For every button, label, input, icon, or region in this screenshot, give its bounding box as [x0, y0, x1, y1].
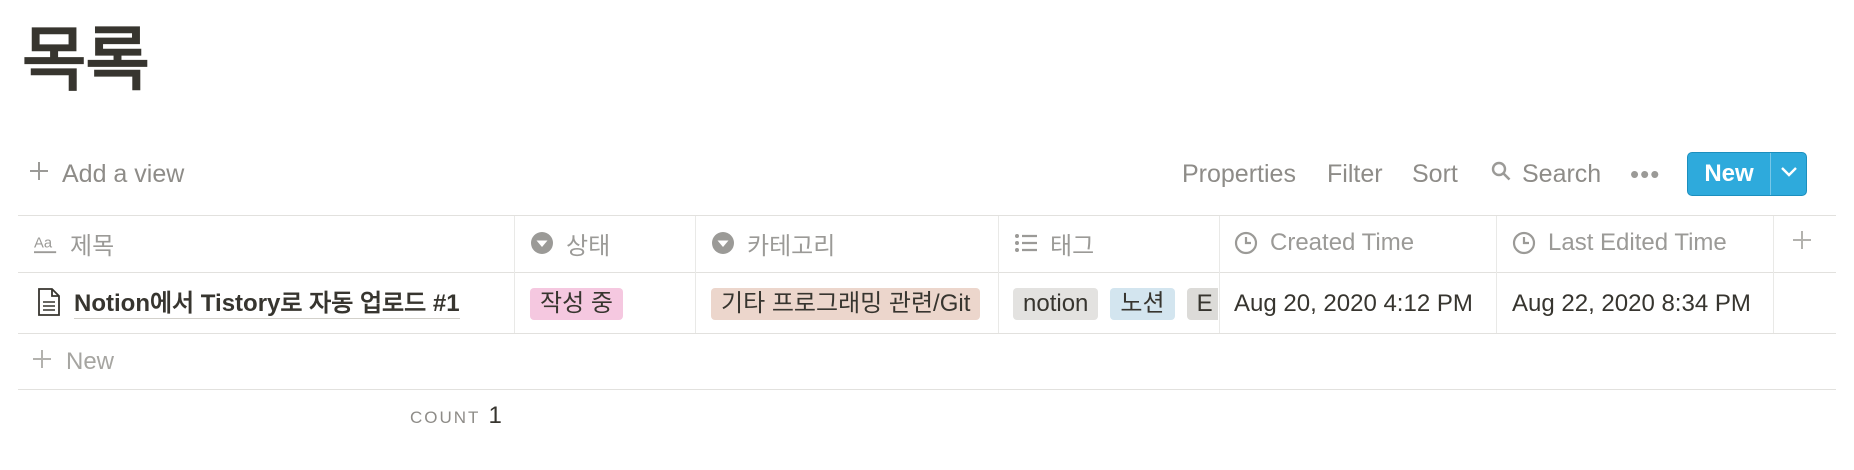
- table-row[interactable]: Notion에서 Tistory로 자동 업로드 #1 작성 중 기타 프로그래…: [18, 274, 1836, 334]
- select-property-icon: [711, 231, 735, 255]
- chevron-down-icon: [1780, 165, 1798, 183]
- page-title[interactable]: 목록: [22, 18, 150, 102]
- search-button[interactable]: Search: [1490, 158, 1601, 190]
- tag-chip: 노션: [1110, 288, 1175, 320]
- svg-text:Aa: Aa: [34, 236, 53, 252]
- column-header-tags[interactable]: 태그: [1014, 216, 1094, 270]
- add-row-label: New: [66, 348, 115, 375]
- last-edited-time-cell[interactable]: Aug 22, 2020 8:34 PM: [1512, 274, 1774, 334]
- plus-icon: [1790, 231, 1814, 256]
- clock-icon: [1234, 231, 1258, 255]
- search-icon: [1490, 158, 1512, 190]
- plus-icon: [28, 160, 50, 189]
- column-header-status[interactable]: 상태: [530, 216, 610, 270]
- tag-chip: E: [1186, 288, 1218, 320]
- count-calculation[interactable]: COUNT 1: [410, 402, 502, 430]
- column-label: 제목: [70, 232, 115, 260]
- category-tag: 기타 프로그래밍 관련/Git: [711, 288, 981, 320]
- title-cell[interactable]: Notion에서 Tistory로 자동 업로드 #1: [36, 274, 516, 334]
- add-row-button[interactable]: New: [30, 344, 114, 380]
- count-label: COUNT: [410, 408, 481, 427]
- database-page: 목록 Add a view Properties Filter Sort Sea…: [0, 0, 1854, 470]
- add-view-button[interactable]: Add a view: [28, 158, 184, 190]
- column-header-created-time[interactable]: Created Time: [1234, 216, 1414, 270]
- multi-select-property-icon: [1014, 231, 1038, 255]
- column-header-title[interactable]: Aa 제목: [34, 216, 114, 270]
- clock-icon: [1512, 231, 1536, 255]
- header-divider: [18, 272, 1836, 273]
- add-view-label: Add a view: [62, 159, 185, 188]
- column-label: Created Time: [1270, 229, 1415, 256]
- new-button-group: New: [1687, 152, 1807, 196]
- status-tag: 작성 중: [530, 288, 623, 320]
- column-label: 태그: [1050, 232, 1095, 260]
- column-label: Last Edited Time: [1548, 229, 1727, 256]
- status-cell[interactable]: 작성 중: [530, 274, 700, 334]
- database-toolbar: Add a view Properties Filter Sort Search…: [0, 150, 1854, 200]
- tag-chip: notion: [1013, 288, 1099, 320]
- text-property-icon: Aa: [34, 231, 58, 255]
- created-time-cell[interactable]: Aug 20, 2020 4:12 PM: [1234, 274, 1496, 334]
- add-property-button[interactable]: [1790, 228, 1814, 257]
- column-label: 카테고리: [747, 232, 836, 260]
- category-cell[interactable]: 기타 프로그래밍 관련/Git: [711, 274, 1001, 334]
- column-header-category[interactable]: 카테고리: [711, 216, 835, 270]
- table-bottom-border: [18, 389, 1836, 390]
- count-value: 1: [488, 402, 502, 429]
- column-label: 상태: [566, 232, 611, 260]
- page-document-icon: [36, 287, 62, 322]
- plus-icon: [30, 347, 54, 378]
- row-page-title[interactable]: Notion에서 Tistory로 자동 업로드 #1: [74, 290, 460, 319]
- new-template-dropdown[interactable]: [1771, 153, 1806, 195]
- search-label: Search: [1522, 160, 1602, 188]
- properties-button[interactable]: Properties: [1182, 158, 1296, 190]
- tags-cell[interactable]: notion 노션 E: [1013, 274, 1218, 334]
- select-property-icon: [530, 231, 554, 255]
- sort-button[interactable]: Sort: [1412, 158, 1458, 190]
- more-options-icon[interactable]: •••: [1630, 158, 1660, 190]
- filter-button[interactable]: Filter: [1327, 158, 1383, 190]
- column-header-last-edited-time[interactable]: Last Edited Time: [1512, 216, 1727, 270]
- new-page-button[interactable]: New: [1688, 153, 1770, 195]
